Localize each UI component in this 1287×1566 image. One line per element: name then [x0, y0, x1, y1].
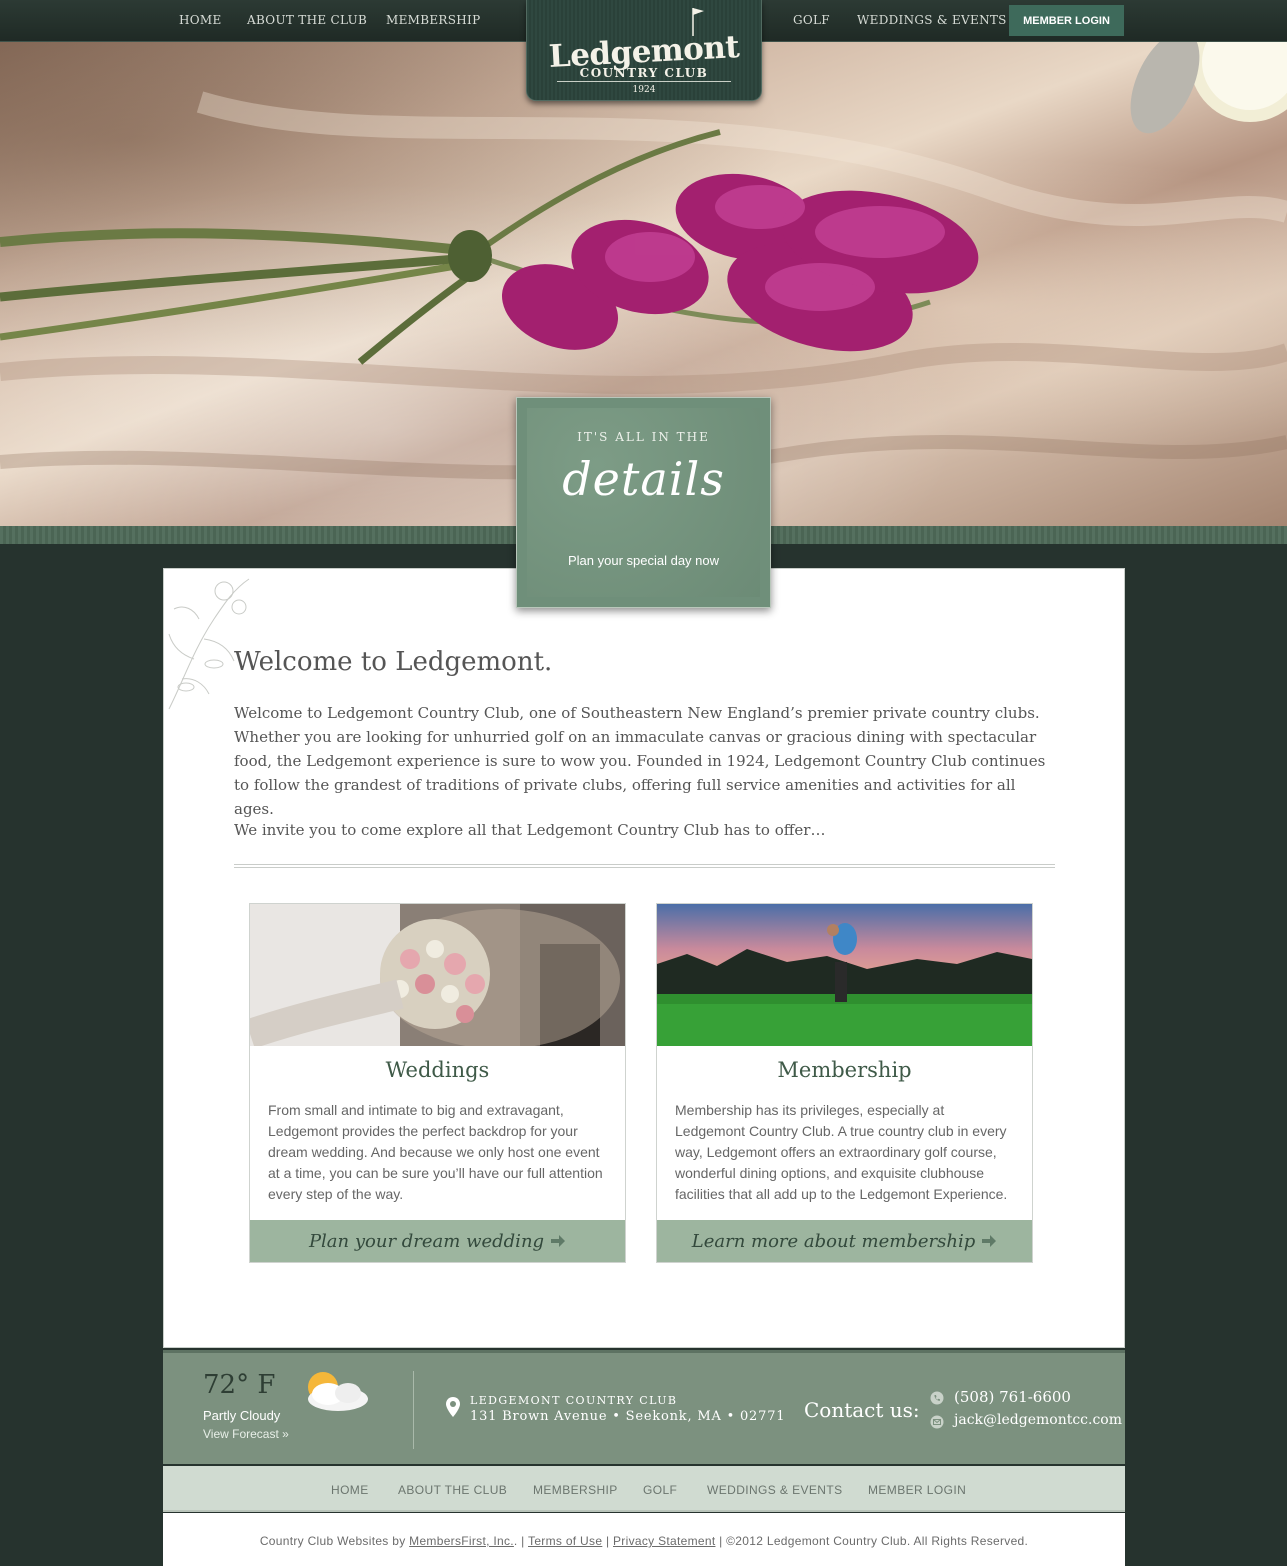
nav-home[interactable]: HOME — [179, 13, 222, 27]
membership-image — [657, 904, 1032, 1046]
membership-card: Membership Membership has its privileges… — [656, 903, 1033, 1263]
weddings-image — [250, 904, 625, 1046]
privacy-statement-link[interactable]: Privacy Statement — [613, 1534, 715, 1548]
terms-of-use-link[interactable]: Terms of Use — [528, 1534, 602, 1548]
learn-more-membership-label: Learn more about membership — [691, 1230, 976, 1252]
nav-membership[interactable]: MEMBERSHIP — [386, 13, 480, 27]
logo-year: 1924 — [632, 85, 656, 95]
weather-condition: Partly Cloudy — [203, 1408, 281, 1423]
main-content-panel: Welcome to Ledgemont. Welcome to Ledgemo… — [163, 568, 1125, 1348]
weddings-text: From small and intimate to big and extra… — [268, 1102, 603, 1202]
welcome-invite: We invite you to come explore all that L… — [234, 821, 826, 839]
email-icon — [930, 1415, 944, 1429]
logo-subtitle: COUNTRY CLUB — [579, 66, 709, 80]
weddings-card: Weddings From small and intimate to big … — [249, 903, 626, 1263]
footer-nav-golf[interactable]: GOLF — [643, 1483, 677, 1497]
copyright-prefix: Country Club Websites by — [259, 1534, 410, 1548]
arrow-right-icon — [551, 1235, 566, 1247]
details-script-title: details — [562, 452, 725, 506]
section-divider — [234, 864, 1055, 868]
footer-navigation: HOME ABOUT THE CLUB MEMBERSHIP GOLF WEDD… — [163, 1466, 1125, 1512]
footer-nav-weddings-events[interactable]: WEDDINGS & EVENTS — [707, 1483, 842, 1497]
welcome-title: Welcome to Ledgemont. — [234, 647, 553, 677]
contact-label: Contact us: — [804, 1398, 920, 1422]
membership-text: Membership has its privileges, especiall… — [675, 1102, 1008, 1202]
phone-icon — [930, 1391, 944, 1405]
weather-temperature: 72° F — [203, 1370, 276, 1400]
nav-about-the-club[interactable]: ABOUT THE CLUB — [247, 13, 367, 27]
footer-nav-membership[interactable]: MEMBERSHIP — [533, 1483, 618, 1497]
details-callout[interactable]: IT'S ALL IN THE details Plan your specia… — [516, 397, 771, 608]
details-kicker: IT'S ALL IN THE — [577, 430, 710, 444]
copyright-bar: Country Club Websites by MembersFirst, I… — [163, 1513, 1125, 1566]
contact-email[interactable]: jack@ledgemontcc.com — [954, 1412, 1122, 1428]
logo-rule — [557, 81, 731, 82]
membersfirst-link[interactable]: MembersFirst, Inc. — [409, 1534, 514, 1548]
plan-dream-wedding-label: Plan your dream wedding — [308, 1230, 545, 1252]
footer-info-bar: 72° F Partly Cloudy View Forecast » LEDG… — [163, 1350, 1125, 1464]
club-logo[interactable]: Ledgemont COUNTRY CLUB 1924 — [526, 0, 762, 101]
footer-nav-about-the-club[interactable]: ABOUT THE CLUB — [398, 1483, 507, 1497]
arrow-right-icon — [982, 1235, 997, 1247]
view-forecast-link[interactable]: View Forecast » — [203, 1427, 289, 1441]
details-callout-inner: IT'S ALL IN THE details Plan your specia… — [527, 408, 760, 597]
address-street: 131 Brown Avenue • Seekonk, MA • 02771 — [470, 1409, 786, 1424]
copyright-sep-2: | — [602, 1534, 613, 1548]
nav-weddings-events[interactable]: WEDDINGS & EVENTS — [857, 13, 1007, 27]
weddings-title: Weddings — [385, 1058, 490, 1082]
floral-ornament-icon — [168, 578, 250, 710]
map-pin-icon — [446, 1397, 460, 1417]
address-club-name: LEDGEMONT COUNTRY CLUB — [470, 1394, 678, 1407]
member-login-button[interactable]: MEMBER LOGIN — [1009, 5, 1124, 36]
plan-dream-wedding-button[interactable]: Plan your dream wedding — [250, 1220, 625, 1262]
nav-golf[interactable]: GOLF — [793, 13, 830, 27]
welcome-body: Welcome to Ledgemont Country Club, one o… — [234, 704, 1046, 818]
contact-phone[interactable]: (508) 761-6600 — [954, 1388, 1071, 1406]
info-separator — [413, 1371, 414, 1449]
footer-nav-home[interactable]: HOME — [331, 1483, 369, 1497]
copyright-suffix: | ©2012 Ledgemont Country Club. All Righ… — [715, 1534, 1029, 1548]
learn-more-membership-button[interactable]: Learn more about membership — [657, 1220, 1032, 1262]
copyright-sep-1: . | — [513, 1534, 529, 1548]
footer-nav-member-login[interactable]: MEMBER LOGIN — [868, 1483, 966, 1497]
partly-cloudy-icon — [308, 1372, 368, 1411]
membership-title: Membership — [777, 1058, 912, 1082]
plan-special-day-link[interactable]: Plan your special day now — [527, 553, 760, 568]
